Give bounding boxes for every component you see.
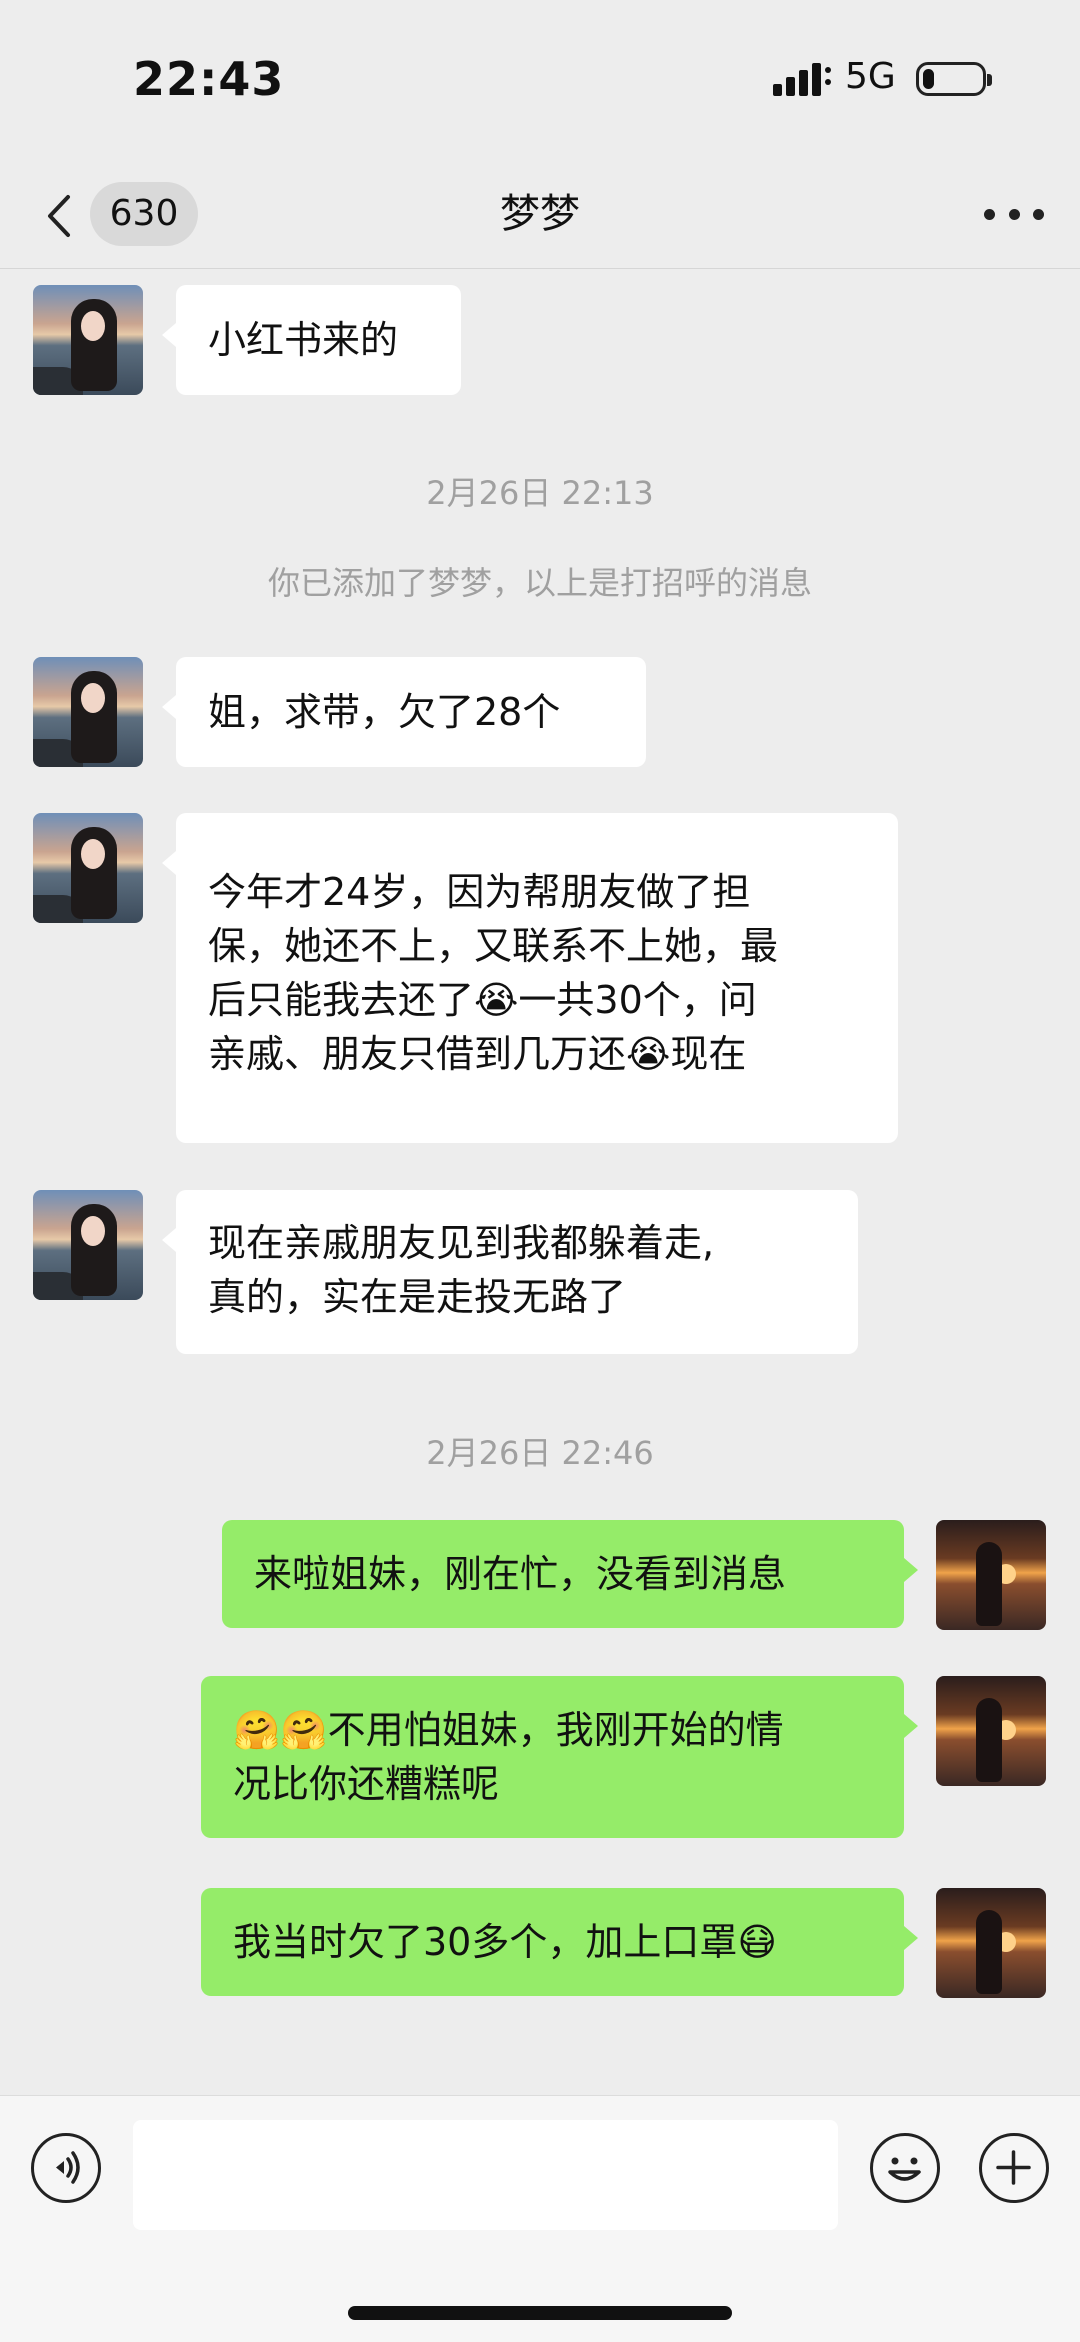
contact-avatar[interactable] — [33, 1190, 143, 1300]
more-dots-icon — [984, 208, 995, 220]
emoji-icon — [888, 2157, 921, 2181]
voice-icon — [56, 2151, 80, 2184]
more-button[interactable] — [984, 190, 1044, 238]
battery-icon — [916, 62, 992, 96]
message-bubble[interactable]: 小红书来的 — [162, 285, 461, 395]
my-avatar[interactable] — [936, 1676, 1046, 1786]
unread-badge: 630 — [90, 182, 198, 246]
network-label: 5G — [845, 56, 896, 97]
timestamp: 2月26日 22:13 — [426, 474, 654, 512]
contact-avatar[interactable] — [33, 657, 143, 767]
battery-level — [923, 69, 934, 89]
timestamp: 2月26日 22:46 — [426, 1434, 654, 1472]
message-input[interactable] — [133, 2120, 838, 2230]
emoji-button[interactable] — [870, 2133, 940, 2203]
chevron-left-icon — [48, 195, 70, 237]
message-bubble[interactable]: 来啦姐妹，刚在忙，没看到消息 — [222, 1520, 918, 1628]
message-bubble[interactable]: 姐，求带，欠了28个 — [162, 657, 646, 767]
my-avatar[interactable] — [936, 1520, 1046, 1630]
contact-avatar[interactable] — [33, 285, 143, 395]
message-bubble[interactable]: 🤗🤗不用怕姐妹，我刚开始的情 况比你还糟糕呢 — [201, 1676, 918, 1838]
message-bubble[interactable]: 今年才24岁，因为帮朋友做了担 保，她还不上，又联系不上她，最 后只能我去还了😭… — [162, 813, 898, 1143]
system-notice: 你已添加了梦梦，以上是打招呼的消息 — [267, 564, 812, 602]
message-bubble[interactable]: 我当时欠了30多个，加上口罩😷 — [201, 1888, 918, 1996]
contact-avatar[interactable] — [33, 813, 143, 923]
message-bubble[interactable]: 现在亲戚朋友见到我都躲着走, 真的，实在是走投无路了 — [162, 1190, 858, 1354]
signal-icon — [773, 63, 831, 96]
chat-header: 梦梦 630 — [0, 160, 1080, 269]
status-time: 22:43 — [133, 52, 285, 106]
my-avatar[interactable] — [936, 1888, 1046, 1998]
plus-button[interactable] — [979, 2133, 1049, 2203]
voice-button[interactable] — [31, 2133, 101, 2203]
input-bar — [0, 2095, 1080, 2342]
plus-icon — [996, 2150, 1031, 2185]
back-button[interactable]: 630 — [38, 182, 208, 246]
dot — [1033, 208, 1044, 220]
home-indicator — [348, 2306, 732, 2320]
dot — [1008, 208, 1020, 220]
status-bar: 22:43 5G — [0, 0, 1080, 160]
